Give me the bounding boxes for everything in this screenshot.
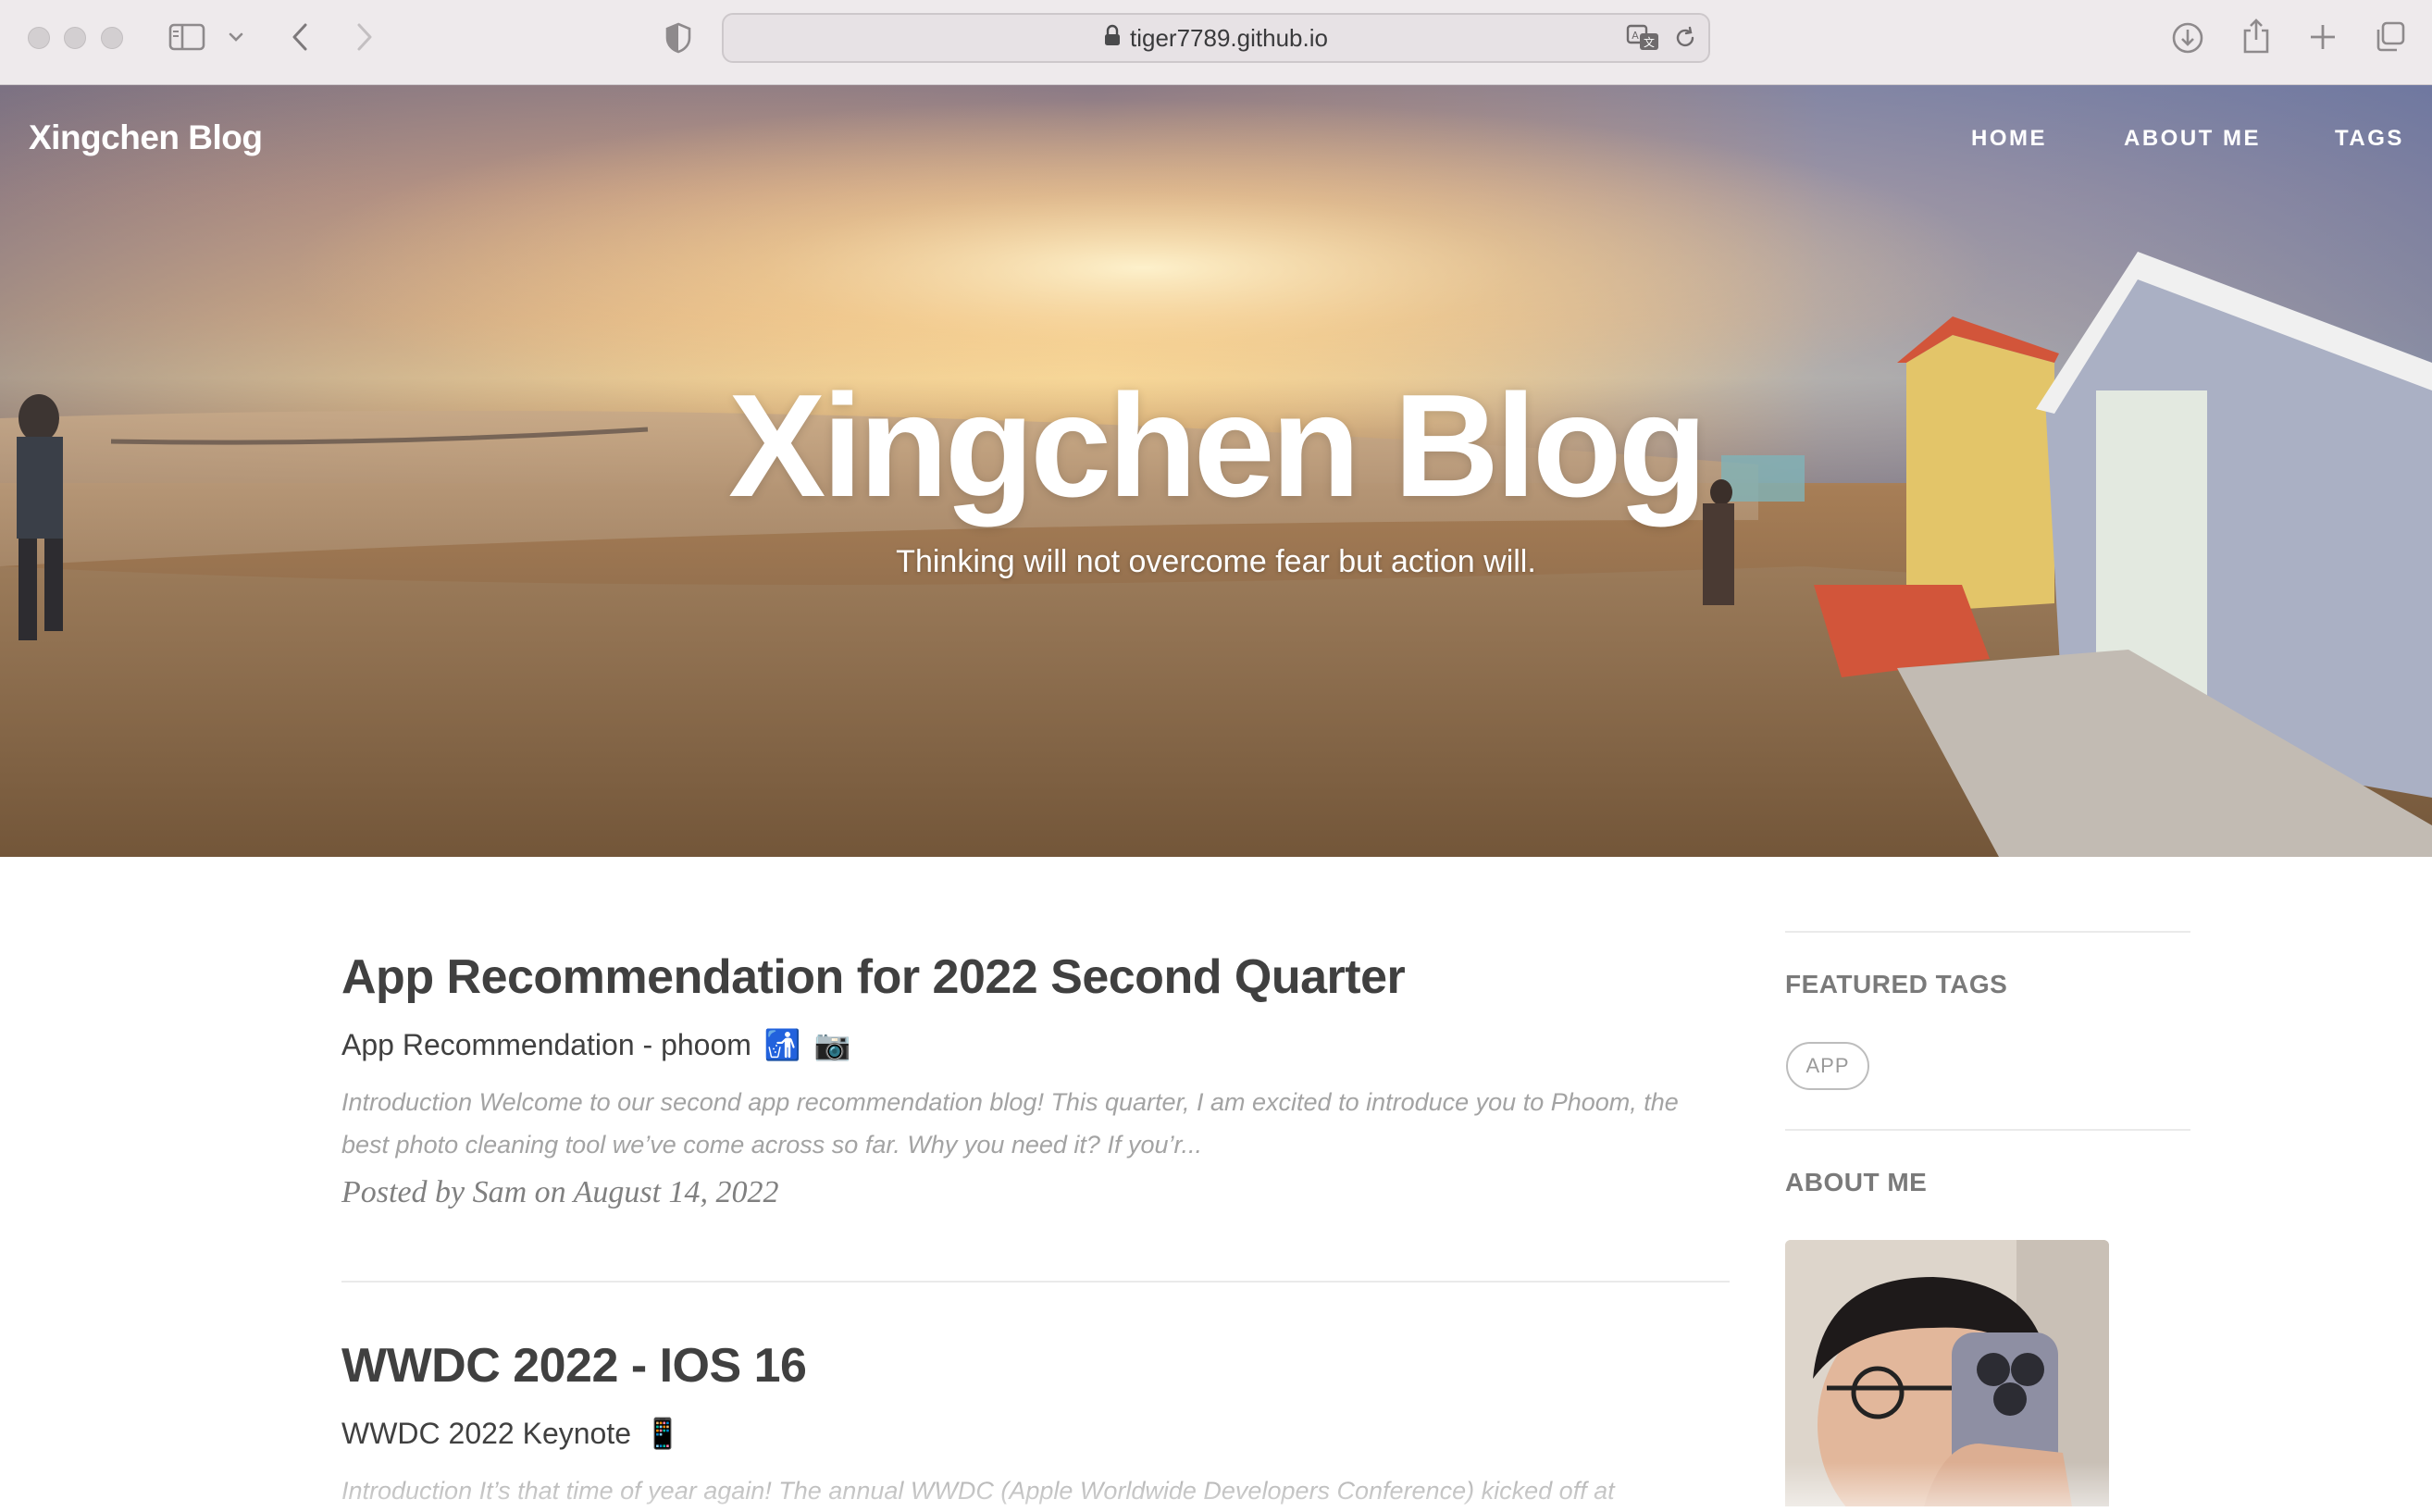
new-tab-icon[interactable] — [2306, 20, 2339, 54]
minimize-window-button[interactable] — [64, 27, 86, 49]
post-preview: App Recommendation for 2022 Second Quart… — [341, 949, 1730, 1210]
svg-text:文: 文 — [1644, 35, 1655, 49]
post-meta: Posted by Sam on August 14, 2022 — [341, 1175, 779, 1209]
browser-toolbar: tiger7789.github.io 文A — [0, 0, 2432, 85]
post-preview: WWDC 2022 - IOS 16 WWDC 2022 Keynote 📱 I… — [341, 1338, 1730, 1512]
post-title[interactable]: App Recommendation for 2022 Second Quart… — [341, 949, 1730, 1005]
phone-emoji-icon: 📱 — [644, 1417, 681, 1450]
nav-about-me[interactable]: ABOUT ME — [2124, 126, 2261, 152]
featured-tags-heading: FEATURED TAGS — [1785, 970, 2008, 998]
post-subtitle[interactable]: App Recommendation - phoom 🚮 📷 — [341, 1027, 1730, 1062]
hero-subtitle: Thinking will not overcome fear but acti… — [896, 544, 1536, 579]
sidebar-divider — [1785, 1129, 2190, 1131]
post-excerpt: Introduction Welcome to our second app r… — [341, 1088, 1679, 1159]
sidebar-divider — [1785, 931, 2190, 933]
privacy-shield-icon[interactable] — [663, 20, 694, 56]
site-brand[interactable]: Xingchen Blog — [29, 118, 263, 157]
svg-text:A: A — [1632, 30, 1639, 42]
post-subtitle-text: App Recommendation - phoom — [341, 1027, 751, 1061]
zoom-window-button[interactable] — [101, 27, 123, 49]
hero-title: Xingchen Blog — [728, 365, 1707, 527]
tag-chip[interactable]: APP — [1786, 1042, 1869, 1090]
share-icon[interactable] — [2240, 17, 2273, 56]
tab-overview-icon[interactable] — [2371, 19, 2408, 56]
forward-icon[interactable] — [352, 20, 378, 54]
post-divider — [341, 1281, 1730, 1283]
post-subtitle[interactable]: WWDC 2022 Keynote 📱 — [341, 1416, 1730, 1451]
post-title[interactable]: WWDC 2022 - IOS 16 — [341, 1338, 1730, 1394]
chevron-down-icon[interactable] — [226, 28, 246, 46]
nav-tags[interactable]: TAGS — [2335, 126, 2404, 152]
litter-bin-emoji-icon: 🚮 — [763, 1028, 801, 1061]
nav-home[interactable]: HOME — [1971, 126, 2047, 152]
close-window-button[interactable] — [28, 27, 50, 49]
post-excerpt: Introduction It’s that time of year agai… — [341, 1477, 1615, 1505]
about-me-avatar — [1785, 1240, 2109, 1506]
post-subtitle-text: WWDC 2022 Keynote — [341, 1416, 632, 1450]
address-url: tiger7789.github.io — [1130, 23, 1328, 52]
lock-icon — [1104, 24, 1121, 53]
camera-emoji-icon: 📷 — [813, 1028, 851, 1061]
about-me-heading: ABOUT ME — [1785, 1168, 1928, 1196]
address-bar[interactable]: tiger7789.github.io 文A — [722, 13, 1710, 63]
back-icon[interactable] — [287, 20, 313, 54]
downloads-icon[interactable] — [2170, 20, 2205, 56]
translate-icon[interactable]: 文A — [1625, 22, 1662, 54]
hero-header: Xingchen Blog HOME ABOUT ME TAGS Xingche… — [0, 85, 2432, 857]
sidebar-toggle-icon[interactable] — [168, 22, 205, 52]
reload-icon[interactable] — [1671, 24, 1699, 52]
